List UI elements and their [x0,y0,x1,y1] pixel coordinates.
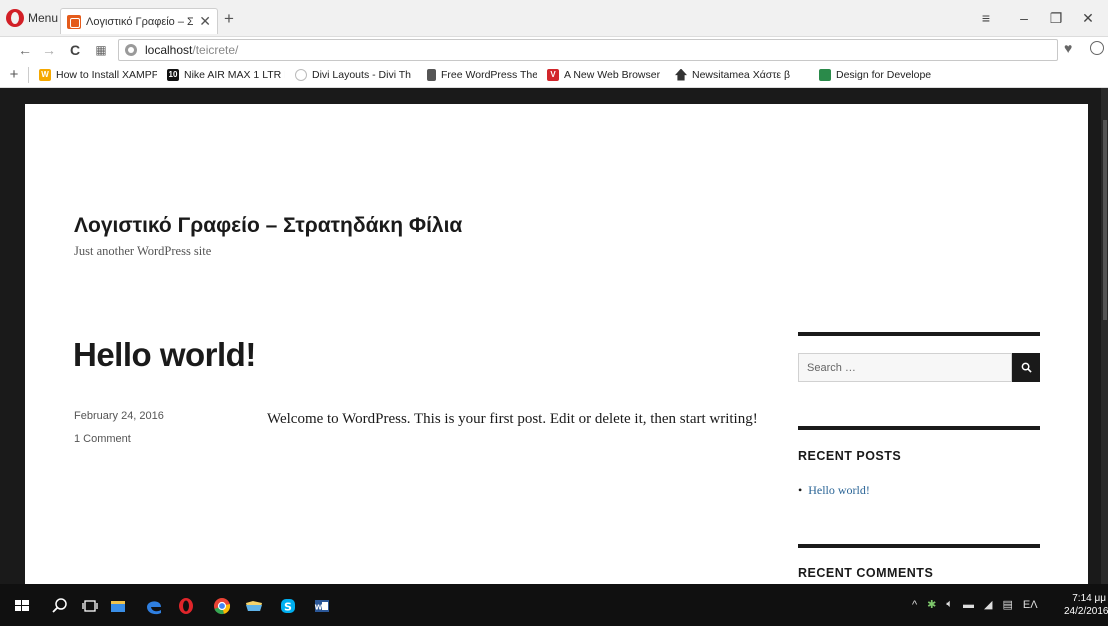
svg-text:S: S [284,601,292,614]
language-indicator[interactable]: ΕΛ [1023,599,1038,611]
search-placeholder: Search … [807,361,856,374]
bookmark-label: How to Install XAMPP [56,68,157,81]
edge-browser-icon[interactable] [144,596,164,616]
bullet: • [798,483,803,497]
file-explorer-icon[interactable] [108,596,128,616]
wifi-icon[interactable]: ◢ [984,598,992,611]
heart-icon[interactable]: ♥ [1064,40,1072,56]
post-comments-link[interactable]: 1 Comment [74,433,131,445]
bookmark-label: Divi Layouts - Divi Th [312,68,412,81]
bookmark-favicon-icon [819,68,831,81]
minimize-button[interactable]: – [1016,10,1032,26]
search-button[interactable] [1012,353,1040,382]
url-path: /teicrete/ [192,43,239,57]
bookmark-item[interactable]: Divi Layouts - Divi Th [295,68,417,81]
address-bar-row: ← → C ▦ localhost/teicrete/ ♥ [0,36,1108,62]
clock-date: 24/2/2016 [1064,606,1108,617]
bookmark-favicon-icon: W [39,68,51,81]
opera-logo-icon [6,9,24,27]
tab-title: Λογιστικό Γραφείο – Στρα [86,15,194,28]
opera-icon[interactable] [176,596,196,616]
system-tray: ^ ✱ 🔈︎ ▬ ◢ ▤ ΕΛ [912,598,1038,611]
widget-divider [798,332,1040,336]
bookmark-label: Design for Developer [836,68,931,81]
opera-menu-button[interactable]: Menu [6,6,58,30]
bookmark-label: A New Web Browser [564,68,661,81]
tab-close-icon[interactable]: ✕ [199,13,211,30]
recent-comments-heading: RECENT COMMENTS [798,566,934,580]
tab-menu-icon[interactable]: ≡ [978,10,994,26]
reload-icon[interactable]: C [66,41,84,59]
scrollbar-thumb[interactable] [1103,120,1107,320]
back-arrow-icon[interactable]: ← [16,41,34,59]
windows-taskbar: S W ^ ✱ 🔈︎ ▬ ◢ ▤ ΕΛ 7:14 μμ 24/2/2016 [0,584,1108,626]
speed-dial-icon[interactable]: ▦ [92,41,110,59]
bookmark-item[interactable]: W How to Install XAMPP [39,68,157,81]
maximize-button[interactable]: ❐ [1048,10,1064,26]
bookmark-favicon-icon: V [547,68,559,81]
skype-icon[interactable]: S [278,596,298,616]
browser-tab-active[interactable]: Λογιστικό Γραφείο – Στρα ✕ [60,8,218,34]
bookmark-item[interactable]: Free WordPress Them [427,68,537,81]
file-manager-icon[interactable] [244,596,264,616]
account-icon[interactable] [1090,41,1104,55]
bookmark-favicon-icon [295,68,307,81]
network-icon[interactable]: ✱ [927,598,936,611]
add-bookmark-button[interactable]: + [0,66,28,83]
bookmark-item[interactable]: Newsitamea Χάστε β [675,68,809,81]
bookmark-label: Nike AIR MAX 1 LTR P [184,68,285,81]
recent-post-label: Hello world! [808,483,870,497]
bookmark-favicon-icon: 10 [167,68,179,81]
site-description: Just another WordPress site [74,244,212,258]
url-field[interactable]: localhost/teicrete/ [118,39,1058,61]
bookmark-label: Newsitamea Χάστε β [692,68,791,81]
taskbar-clock[interactable]: 7:14 μμ 24/2/2016 [1064,592,1108,618]
forward-arrow-icon[interactable]: → [40,41,58,59]
bookmark-label: Free WordPress Them [441,68,537,81]
site-favicon-icon [67,14,81,29]
bookmark-item[interactable]: V A New Web Browser [547,68,665,81]
bookmark-page-icon [427,68,436,81]
task-view-icon[interactable] [80,596,100,616]
recent-post-link[interactable]: • Hello world! [798,483,870,498]
bookmarks-bar: + W How to Install XAMPP 10 Nike AIR MAX… [0,62,1108,88]
search-input[interactable]: Search … [798,353,1012,382]
post-date[interactable]: February 24, 2016 [74,410,164,422]
site-info-icon[interactable] [125,44,137,56]
close-window-button[interactable]: ✕ [1080,10,1096,26]
clock-time: 7:14 μμ [1072,593,1106,604]
chevron-up-icon[interactable]: ^ [912,599,917,611]
windows-start-icon[interactable] [12,596,32,616]
browser-titlebar: Menu Λογιστικό Γραφείο – Στρα ✕ + ≡ – ❐ … [0,0,1108,36]
new-tab-button[interactable]: + [224,10,234,27]
volume-icon[interactable]: 🔈︎ [946,598,953,611]
notification-icon[interactable]: ▤ [1002,598,1012,611]
home-icon [675,68,687,81]
bookmark-item[interactable]: 10 Nike AIR MAX 1 LTR P [167,68,285,81]
battery-icon[interactable]: ▬ [963,599,974,611]
post-content: Welcome to WordPress. This is your first… [267,411,758,427]
chrome-icon[interactable] [212,596,232,616]
bookmarks-divider [28,66,29,83]
search-icon[interactable] [50,596,70,616]
widget-divider [798,426,1040,430]
menu-label: Menu [28,11,59,25]
page-viewport: Λογιστικό Γραφείο – Στρατηδάκη Φίλια Jus… [0,88,1108,584]
widget-divider [798,544,1040,548]
word-icon[interactable]: W [312,596,332,616]
post-title[interactable]: Hello world! [73,336,256,374]
site-title[interactable]: Λογιστικό Γραφείο – Στρατηδάκη Φίλια [74,214,462,238]
bookmark-item[interactable]: Design for Developer [819,68,931,81]
search-icon [1021,362,1032,373]
recent-posts-heading: RECENT POSTS [798,449,902,463]
url-host: localhost [145,43,193,57]
svg-text:W: W [315,604,323,612]
wordpress-page: Λογιστικό Γραφείο – Στρατηδάκη Φίλια Jus… [25,104,1088,584]
